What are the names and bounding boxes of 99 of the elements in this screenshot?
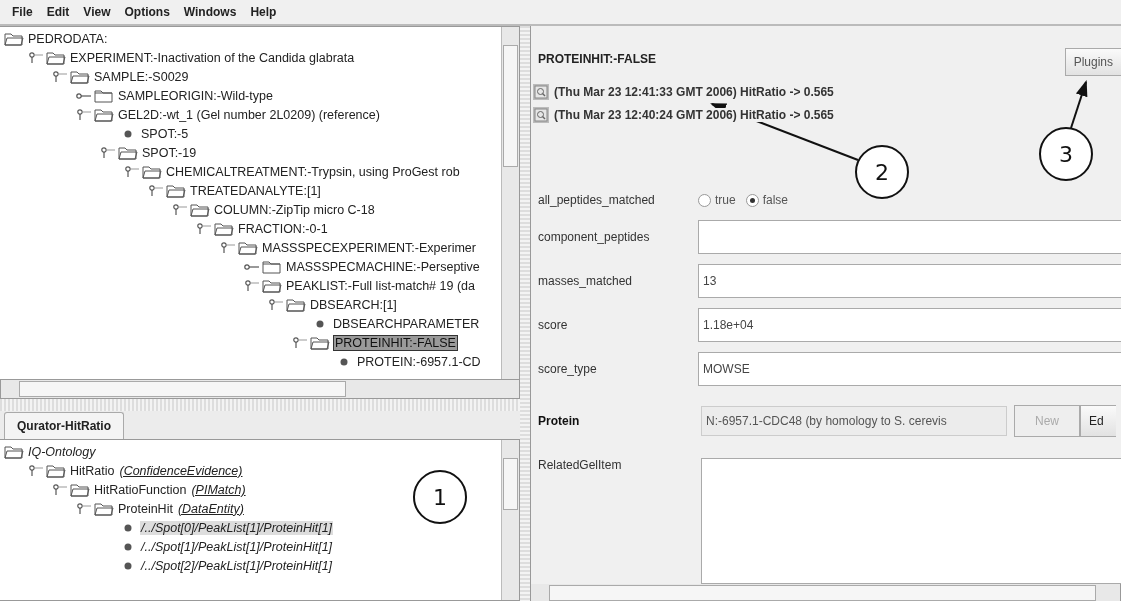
plugins-button[interactable]: Plugins [1064,48,1121,76]
folder-icon [94,88,114,103]
callout-number: 1 [413,470,467,524]
folder-icon [94,107,114,122]
tab[interactable]: Qurator-HitRatio [4,412,124,439]
callout-arrow [1070,80,1088,129]
expand-handle-icon[interactable] [76,108,92,121]
folder-icon [118,145,138,160]
radio-label[interactable]: false [762,193,789,207]
tree-node[interactable]: PROTEIN:-6957.1-CD [356,354,482,369]
input-field[interactable]: 1.18e+04 [698,308,1121,342]
expand-handle-icon[interactable] [148,184,164,197]
callout-number: 2 [855,145,909,199]
expand-handle-icon[interactable] [292,336,308,349]
radio-label[interactable]: true [715,193,736,207]
history-entry: (Thu Mar 23 12:40:24 GMT 2006) HitRatio -> 0.565 [554,107,834,122]
tree-node[interactable]: /../Spot[0]/PeakList[1]/ProteinHit[1] [140,520,334,535]
vertical-scrollbar[interactable] [501,27,519,379]
folder-icon [142,164,162,179]
expand-handle-icon[interactable] [196,222,212,235]
form-button[interactable]: Ed [1080,405,1116,437]
expand-handle-icon[interactable] [268,298,284,311]
tree-node[interactable]: HitRatio [69,463,116,478]
field-label: score [538,318,569,332]
tree-node[interactable]: PEDRODATA: [27,31,109,46]
field-label: score_type [538,362,598,376]
magnifier-icon[interactable] [533,106,549,123]
horizontal-scrollbar[interactable] [531,584,1121,601]
folder-icon [190,202,210,217]
field-label: all_peptides_matched [538,193,656,207]
expand-handle-icon[interactable] [28,51,44,64]
tree-node[interactable]: SAMPLE:-S0029 [93,69,190,84]
vertical-scrollbar[interactable] [501,440,519,600]
menu-item[interactable]: Windows [179,5,243,19]
tree-node[interactable]: EXPERIMENT:-Inactivation of the Candida glabrata [69,50,356,65]
folder-icon [310,335,330,350]
folder-icon [70,69,90,84]
tree-node[interactable]: SAMPLEORIGIN:-Wild-type [117,88,274,103]
tree-node[interactable]: FRACTION:-0-1 [237,221,329,236]
field-label: component_peptides [538,230,651,244]
tree-node[interactable]: HitRatioFunction [93,482,188,497]
tree-node[interactable]: TREATEDANALYTE:[1] [189,183,322,198]
expand-handle-icon[interactable] [52,70,68,83]
expand-handle-icon[interactable] [220,241,236,254]
radio-button[interactable] [745,193,759,207]
history-entry: (Thu Mar 23 12:41:33 GMT 2006) HitRatio -> 0.565 [554,84,834,99]
expand-handle-icon[interactable] [172,203,188,216]
reference-field[interactable]: N:-6957.1-CDC48 (by homology to S. cerevis [701,406,1007,436]
expand-handle-icon[interactable] [124,165,140,178]
tree-node[interactable]: PROTEINHIT:-FALSE [333,334,458,351]
record-title: PROTEINHIT:-FALSE [538,52,656,66]
menu-item[interactable]: Edit [42,5,76,19]
type-link[interactable]: (ConfidenceEvidence) [119,463,243,478]
folder-icon [46,463,66,478]
folder-icon [94,501,114,516]
radio-button[interactable] [698,193,711,207]
field-label: Protein [538,414,581,428]
expand-handle-icon[interactable] [100,146,116,159]
tree-node[interactable]: SPOT:-19 [141,145,198,160]
tree-node[interactable]: GEL2D:-wt_1 (Gel number 2L0209) (reference) [117,107,381,122]
tree-node[interactable]: MASSSPECEXPERIMENT:-Experimer [261,240,477,255]
menu-item[interactable]: Help [246,5,283,19]
expand-handle-icon[interactable] [244,279,260,292]
tree-node[interactable]: CHEMICALTREATMENT:-Trypsin, using ProGest rob [165,164,461,179]
folder-icon [166,183,186,198]
tree-node[interactable]: PEAKLIST:-Full list-match# 19 (da [285,278,476,293]
folder-icon [286,297,306,312]
input-field[interactable]: MOWSE [698,352,1121,386]
menu-item[interactable]: Options [120,5,176,19]
folder-icon [70,482,90,497]
type-link[interactable]: (DataEntity) [177,501,244,516]
folder-icon [262,259,282,274]
folder-icon [214,221,234,236]
horizontal-scrollbar[interactable] [0,380,520,399]
tree-node[interactable]: IQ-Ontology [27,444,97,459]
tree-node[interactable]: DBSEARCH:[1] [309,297,398,312]
input-field[interactable]: 13 [698,264,1121,298]
menu-item[interactable]: File [8,5,39,19]
folder-icon [262,278,282,293]
field-label: RelatedGelItem [538,458,623,472]
folder-icon [238,240,258,255]
tree-node[interactable]: /../Spot[1]/PeakList[1]/ProteinHit[1] [140,539,334,554]
type-link[interactable]: (PIMatch) [191,482,246,497]
splitter[interactable] [520,26,531,601]
expand-handle-icon[interactable] [28,464,44,477]
tree-node[interactable]: ProteinHit [117,501,174,516]
field-label: masses_matched [538,274,634,288]
menu-item[interactable]: View [79,5,117,19]
input-field[interactable] [698,220,1121,254]
folder-icon [46,50,66,65]
tree-node[interactable]: SPOT:-5 [140,126,190,141]
tree-node[interactable]: /../Spot[2]/PeakList[1]/ProteinHit[1] [140,558,334,573]
callout-number: 3 [1039,127,1093,181]
tree-node[interactable]: MASSSPECMACHINE:-Perseptive [285,259,481,274]
tree-node[interactable]: COLUMN:-ZipTip micro C-18 [213,202,376,217]
expand-handle-icon[interactable] [52,483,68,496]
expand-handle-icon[interactable] [76,502,92,515]
tree-node[interactable]: DBSEARCHPARAMETER [332,316,481,331]
magnifier-icon[interactable] [533,83,549,100]
